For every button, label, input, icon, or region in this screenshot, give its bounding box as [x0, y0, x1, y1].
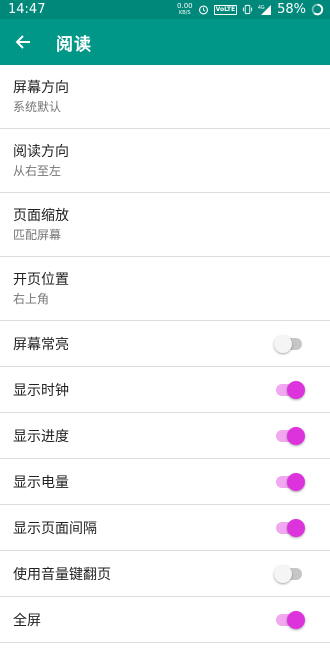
setting-value: 右上角 — [13, 291, 50, 306]
setting-volume-key-turn[interactable]: 使用音量键翻页 — [0, 551, 330, 597]
switch-thumb — [274, 334, 292, 353]
app-bar: 阅读 — [0, 19, 330, 65]
net-speed-value: 0.00 — [177, 2, 193, 10]
setting-show-page-interval[interactable]: 显示页面间隔 — [0, 505, 330, 551]
switch-thumb — [287, 426, 305, 445]
setting-value: 匹配屏幕 — [13, 227, 62, 242]
status-time: 14:47 — [8, 2, 46, 17]
signal-icon: 4G — [258, 5, 272, 15]
page-title: 阅读 — [56, 34, 92, 55]
show-page-interval-switch[interactable] — [276, 518, 305, 538]
setting-title: 显示页面间隔 — [13, 520, 97, 537]
switch-thumb — [287, 380, 305, 399]
keep-screen-on-switch[interactable] — [274, 334, 302, 354]
switch-thumb — [287, 610, 305, 629]
setting-fullscreen[interactable]: 全屏 — [0, 597, 330, 643]
setting-title: 显示时钟 — [13, 382, 69, 399]
net-speed-unit: KB/S — [179, 10, 191, 16]
back-button[interactable] — [12, 31, 34, 53]
setting-title: 全屏 — [13, 612, 41, 629]
vibrate-icon — [243, 4, 253, 15]
setting-keep-screen-on[interactable]: 屏幕常亮 — [0, 321, 330, 367]
settings-list: 屏幕方向 系统默认 阅读方向 从右至左 页面缩放 匹配屏幕 开页位置 右上角 屏… — [0, 65, 330, 643]
setting-read-direction[interactable]: 阅读方向 从右至左 — [0, 129, 330, 193]
svg-text:4G: 4G — [258, 5, 265, 11]
show-clock-switch[interactable] — [276, 380, 305, 400]
status-icons: 0.00 KB/S VoLTE 4G 58% — [177, 2, 324, 17]
show-progress-switch[interactable] — [276, 426, 305, 446]
fullscreen-switch[interactable] — [276, 610, 305, 630]
switch-thumb — [287, 472, 305, 491]
setting-page-scale[interactable]: 页面缩放 匹配屏幕 — [0, 193, 330, 257]
switch-thumb — [274, 564, 292, 583]
battery-ring-icon — [311, 3, 324, 16]
setting-title: 页面缩放 — [13, 207, 69, 224]
setting-value: 从右至左 — [13, 163, 62, 178]
switch-thumb — [287, 518, 305, 537]
setting-show-clock[interactable]: 显示时钟 — [0, 367, 330, 413]
setting-title: 显示进度 — [13, 428, 69, 445]
setting-value: 系统默认 — [13, 99, 62, 114]
setting-title: 屏幕方向 — [13, 79, 69, 96]
net-speed: 0.00 KB/S — [177, 2, 193, 17]
setting-show-progress[interactable]: 显示进度 — [0, 413, 330, 459]
setting-title: 阅读方向 — [13, 143, 69, 160]
alarm-icon — [198, 5, 208, 15]
setting-title: 开页位置 — [13, 271, 69, 288]
show-battery-switch[interactable] — [276, 472, 305, 492]
setting-start-position[interactable]: 开页位置 右上角 — [0, 257, 330, 321]
setting-title: 显示电量 — [13, 474, 69, 491]
setting-screen-orientation[interactable]: 屏幕方向 系统默认 — [0, 65, 330, 129]
battery-percent: 58% — [277, 2, 306, 17]
volume-key-turn-switch[interactable] — [274, 564, 302, 584]
setting-title: 使用音量键翻页 — [13, 566, 111, 583]
arrow-back-icon — [15, 35, 30, 49]
status-bar: 14:47 0.00 KB/S VoLTE 4G 58% — [0, 0, 330, 19]
setting-title: 屏幕常亮 — [13, 336, 69, 353]
volte-badge: VoLTE — [213, 4, 238, 15]
setting-show-battery[interactable]: 显示电量 — [0, 459, 330, 505]
